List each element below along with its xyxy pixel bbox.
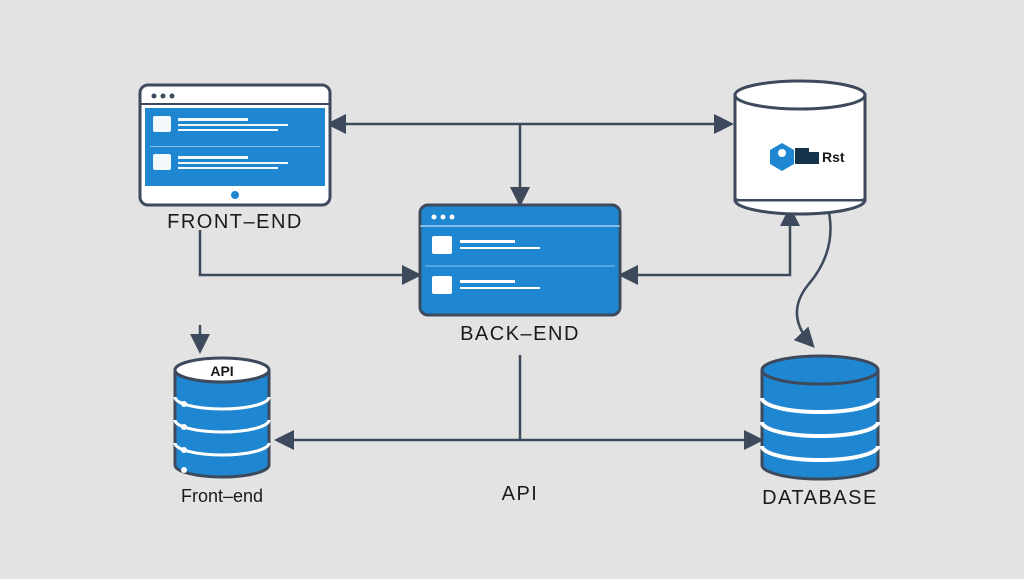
database-node: DATABASE [762,356,878,509]
connector-rst-db [797,208,831,345]
frontend-node: FRONT–END [140,85,330,233]
database-label: DATABASE [762,487,878,509]
api-badge: API [210,363,233,379]
api-node: API Front–end [175,358,269,506]
backend-label: BACK–END [460,323,580,345]
architecture-diagram: FRONT–END BACK–END Rst [0,0,1024,579]
backend-node: BACK–END [420,205,620,345]
rst-node: Rst [735,81,865,214]
api-bottom-label: API [502,483,539,505]
frontend-label: FRONT–END [167,211,303,233]
connector-frontend-backend [200,230,418,275]
api-caption: Front–end [181,486,263,506]
connector-rst-backend [622,210,790,275]
rst-logo-text: Rst [822,149,845,165]
